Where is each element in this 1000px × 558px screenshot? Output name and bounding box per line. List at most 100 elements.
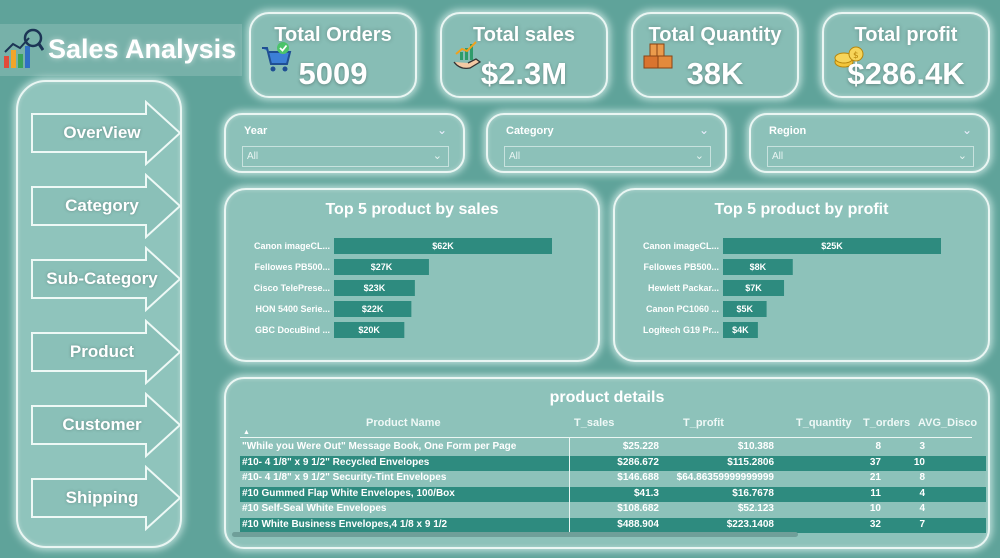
- table-cell: $41.3: [633, 487, 659, 499]
- nav-item-category[interactable]: Category: [30, 173, 184, 239]
- chart-panel-sales: Top 5 product by sales Canon imageCL... $…: [224, 188, 600, 362]
- nav-label: Product: [69, 342, 135, 361]
- table-cell: 21: [869, 472, 881, 483]
- bar-data-label: $25K: [821, 241, 843, 251]
- kpi-value: $2.3M: [480, 56, 568, 91]
- nav-item-customer[interactable]: Customer: [30, 392, 184, 458]
- dropdown-value: All: [772, 151, 784, 162]
- bar-data-label: $20K: [358, 325, 380, 335]
- table-cell: $52.123: [737, 503, 774, 514]
- table-cell: 7: [919, 518, 925, 530]
- kpi-card-total-orders: Total Orders 5009: [249, 12, 417, 98]
- chevron-down-icon[interactable]: ⌄: [699, 123, 709, 137]
- sort-ascending-icon[interactable]: ▲: [243, 429, 250, 436]
- kpi-card-total-sales: Total sales $2.3M: [440, 12, 608, 98]
- table-cell: 8: [875, 441, 881, 452]
- table-cell: 10: [869, 503, 881, 514]
- year-dropdown[interactable]: All ⌄: [242, 146, 449, 167]
- bar-category-label: Canon PC1060 ...: [646, 304, 719, 314]
- bar-category-label: Cisco TelePrese...: [254, 283, 330, 293]
- nav-label: OverView: [63, 123, 141, 142]
- column-header-avg-discount[interactable]: AVG_Disco: [918, 417, 977, 429]
- nav-label: Sub-Category: [46, 269, 158, 288]
- chevron-down-icon: ⌄: [957, 150, 967, 162]
- table-row[interactable]: #10 Gummed Flap White Envelopes, 100/Box…: [240, 486, 986, 502]
- table-row[interactable]: #10 Self-Seal White Envelopes $108.682 $52…: [240, 502, 986, 517]
- table-cell: #10 Self-Seal White Envelopes: [242, 503, 387, 514]
- chevron-down-icon[interactable]: ⌄: [437, 123, 447, 137]
- nav-item-product[interactable]: Product: [30, 319, 184, 385]
- table-cell: #10- 4 1/8" x 9 1/2" Security-Tint Envel…: [242, 472, 447, 483]
- filter-label: Category: [506, 125, 554, 137]
- table-row[interactable]: "While you Were Out" Message Book, One F…: [240, 440, 986, 455]
- table-row[interactable]: #10 White Business Envelopes,4 1/8 x 9 1…: [240, 517, 986, 533]
- column-header-product-name[interactable]: Product Name: [366, 417, 441, 429]
- nav-item-shipping[interactable]: Shipping: [30, 465, 184, 531]
- column-header-t-orders[interactable]: T_orders: [863, 417, 910, 429]
- table-cell: $25.228: [622, 441, 659, 452]
- analytics-chart-icon: [4, 28, 44, 68]
- bar-category-label: GBC DocuBind ...: [255, 325, 330, 335]
- table-cell: 32: [869, 518, 881, 530]
- filter-label: Region: [769, 125, 807, 137]
- table-cell: $146.688: [617, 472, 659, 483]
- table-cell: 8: [919, 472, 925, 483]
- column-divider: [569, 437, 570, 533]
- kpi-value: 5009: [298, 56, 368, 91]
- dropdown-value: All: [247, 151, 259, 162]
- table-row[interactable]: #10- 4 1/8" x 9 1/2" Recycled Envelopes $…: [240, 455, 986, 471]
- horizontal-scrollbar[interactable]: [232, 532, 798, 537]
- bar-data-label: $22K: [362, 304, 384, 314]
- column-header-t-quantity[interactable]: T_quantity: [796, 417, 852, 429]
- nav-label: Category: [65, 196, 139, 215]
- bar-data-label: $27K: [371, 262, 393, 272]
- sales-bar-chart: Canon imageCL... $62K Fellowes PB500... $27…: [254, 238, 552, 338]
- table-cell: $10.388: [737, 441, 774, 452]
- table-cell: $115.2806: [727, 456, 774, 468]
- chevron-down-icon: ⌄: [694, 150, 704, 162]
- bar-category-label: Logitech G19 Pr...: [643, 325, 719, 335]
- category-dropdown[interactable]: All ⌄: [504, 146, 711, 167]
- column-header-t-sales[interactable]: T_sales: [574, 417, 614, 429]
- sidebar: OverView Category Sub-Category Product C…: [16, 80, 182, 548]
- table-cell: $64.86359999999999: [676, 472, 774, 483]
- region-dropdown[interactable]: All ⌄: [767, 146, 974, 167]
- chevron-down-icon[interactable]: ⌄: [962, 123, 972, 137]
- product-details-table: product details Product Name T_sales T_p…: [224, 377, 990, 549]
- nav-item-overview[interactable]: OverView: [30, 100, 184, 166]
- table-cell: 10: [913, 456, 925, 468]
- nav-label: Shipping: [65, 488, 139, 507]
- profit-bar-chart: Canon imageCL... $25K Fellowes PB500... $8K…: [643, 238, 941, 338]
- table-title: product details: [549, 389, 665, 406]
- title-bar: Sales Analysis: [0, 24, 242, 76]
- column-header-t-profit[interactable]: T_profit: [683, 417, 724, 429]
- bar-data-label: $7K: [745, 283, 762, 293]
- filter-year: Year ⌄ All ⌄: [224, 113, 465, 173]
- nav-item-sub-category[interactable]: Sub-Category: [30, 246, 184, 312]
- kpi-value: 38K: [686, 56, 744, 91]
- bar-category-label: Canon imageCL...: [643, 241, 719, 251]
- filter-region: Region ⌄ All ⌄: [749, 113, 990, 173]
- kpi-label: Total Quantity: [648, 24, 782, 46]
- bar-data-label: $5K: [737, 304, 754, 314]
- dropdown-value: All: [509, 151, 521, 162]
- table-row[interactable]: #10- 4 1/8" x 9 1/2" Security-Tint Envel…: [240, 471, 986, 486]
- table-cell: $16.7678: [732, 487, 774, 499]
- table-cell: #10 Gummed Flap White Envelopes, 100/Box: [242, 487, 455, 499]
- bar-category-label: Fellowes PB500...: [643, 262, 719, 272]
- bar-category-label: Hewlett Packar...: [648, 283, 719, 293]
- chart-panel-profit: Top 5 product by profit Canon imageCL...…: [613, 188, 990, 362]
- table-cell: 3: [919, 441, 925, 452]
- table-cell: $223.1408: [726, 518, 774, 530]
- bar-data-label: $4K: [732, 325, 749, 335]
- table-cell: 11: [870, 487, 881, 499]
- table-cell: $488.904: [617, 518, 659, 530]
- bar-data-label: $23K: [364, 283, 386, 293]
- table-cell: #10 White Business Envelopes,4 1/8 x 9 1…: [242, 518, 448, 530]
- table-cell: 37: [869, 456, 881, 468]
- nav-label: Customer: [62, 415, 142, 434]
- filter-label: Year: [244, 125, 268, 137]
- table-cell: "While you Were Out" Message Book, One F…: [242, 441, 517, 452]
- table-cell: $286.672: [617, 456, 659, 468]
- kpi-label: Total profit: [854, 24, 958, 46]
